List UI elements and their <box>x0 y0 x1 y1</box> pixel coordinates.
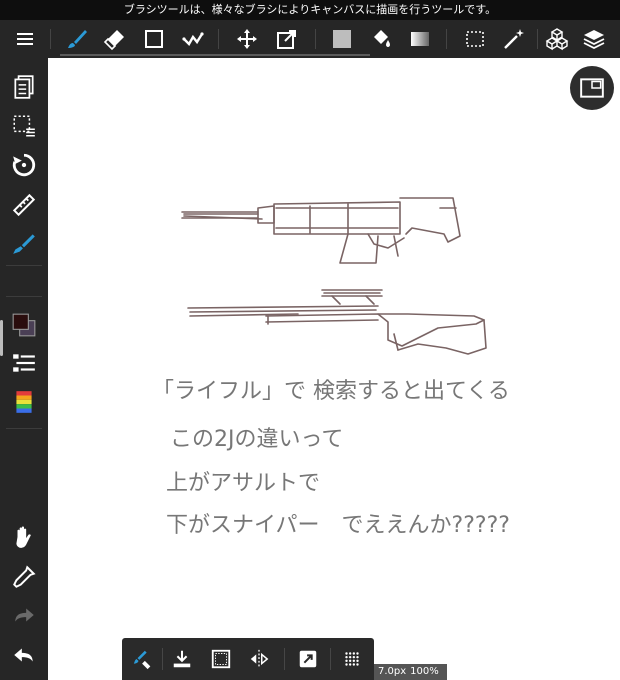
bucket-icon[interactable] <box>364 22 398 56</box>
materials-icon[interactable] <box>540 22 574 56</box>
app-window: ブラシツールは、様々なブラシによりキャンバスに描画を行うツールです。 「ライフル… <box>0 0 620 680</box>
layers-icon[interactable] <box>577 22 611 56</box>
select-layer-icon[interactable] <box>7 109 41 143</box>
top-toolbar <box>0 20 620 58</box>
note-line-1: 「ライフル」で 検索すると出てくる <box>152 379 510 404</box>
active-tool-group-indicator <box>60 54 370 56</box>
eyedropper-icon[interactable] <box>7 560 41 594</box>
eraser-icon[interactable] <box>98 22 132 56</box>
redo-icon[interactable] <box>7 598 41 632</box>
left-sidebar <box>0 58 48 680</box>
pen-setting-icon[interactable] <box>7 226 41 260</box>
note-line-3: 上がアサルトで <box>166 471 320 496</box>
fill-stroke-icon[interactable] <box>176 22 210 56</box>
zoom-readout: 100% <box>410 666 439 677</box>
gradient-icon[interactable] <box>403 22 437 56</box>
shape-icon[interactable] <box>137 22 171 56</box>
drawing-canvas[interactable]: 「ライフル」で 検索すると出てくる この2Jの違いって 上がアサルトで 下がスナ… <box>48 58 620 680</box>
magic-wand-icon[interactable] <box>497 22 531 56</box>
color-swatch-icon[interactable] <box>7 308 41 342</box>
selection-icon[interactable] <box>458 22 492 56</box>
ruler-icon[interactable] <box>7 188 41 222</box>
tool-tooltip: ブラシツールは、様々なブラシによりキャンバスに描画を行うツールです。 <box>0 0 620 20</box>
brush-icon[interactable] <box>60 22 94 56</box>
fill-color-icon[interactable] <box>325 22 359 56</box>
pages-icon[interactable] <box>7 70 41 104</box>
brush-list-icon[interactable] <box>7 346 41 380</box>
brush-eraser-toggle-icon[interactable] <box>128 644 158 674</box>
navigator-button[interactable] <box>570 66 614 110</box>
hand-icon[interactable] <box>7 520 41 554</box>
transform-icon[interactable] <box>270 22 304 56</box>
status-readout: 7.0px 100% <box>374 664 447 680</box>
rotate-icon[interactable] <box>7 148 41 182</box>
sidebar-handle[interactable] <box>0 320 3 356</box>
note-line-4: 下がスナイパー でええんか????? <box>166 513 510 538</box>
undo-icon[interactable] <box>7 638 41 672</box>
bottom-command-bar <box>122 638 374 680</box>
move-icon[interactable] <box>230 22 264 56</box>
note-line-2: この2Jの違いって <box>170 427 343 452</box>
save-icon[interactable] <box>167 644 197 674</box>
flip-icon[interactable] <box>244 644 274 674</box>
menu-icon[interactable] <box>8 22 42 56</box>
color-palette-icon[interactable] <box>7 385 41 419</box>
frame-icon[interactable] <box>206 644 236 674</box>
grid-icon[interactable] <box>337 644 367 674</box>
handwritten-notes: 「ライフル」で 検索すると出てくる この2Jの違いって 上がアサルトで 下がスナ… <box>152 379 510 538</box>
brush-size-readout: 7.0px <box>378 666 407 677</box>
snap-icon[interactable] <box>293 644 323 674</box>
